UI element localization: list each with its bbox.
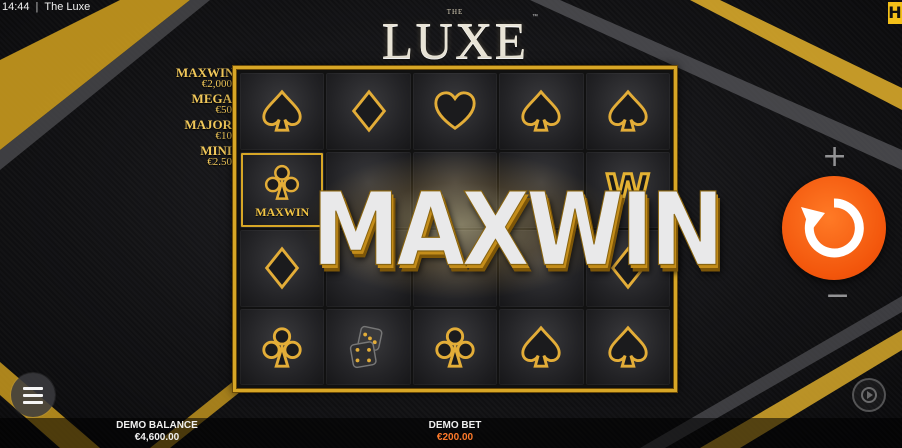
reel-cell xyxy=(412,308,498,385)
brand-logo: H xyxy=(888,2,902,24)
jackpot-value: €2.50 xyxy=(207,156,232,168)
reel-cell xyxy=(240,73,325,150)
spade-icon xyxy=(608,325,648,368)
diamond-icon xyxy=(265,246,300,290)
bet-increase-button[interactable]: + xyxy=(822,142,847,172)
reel-cell xyxy=(499,73,584,150)
autoplay-button[interactable] xyxy=(852,378,886,412)
reel-cell xyxy=(585,308,670,385)
hamburger-icon xyxy=(23,401,43,404)
jackpot-value: €50 xyxy=(215,104,233,116)
hamburger-icon xyxy=(23,394,43,397)
hamburger-icon xyxy=(23,387,43,390)
jackpot-ladder: MAXWIN €2,000 MEGA €50 MAJOR €10 MINI €2… xyxy=(176,66,235,170)
jackpot-mini: MINI €2.50 xyxy=(176,144,232,168)
reel-cell xyxy=(412,73,498,150)
reel-cell xyxy=(585,73,670,150)
spade-icon xyxy=(521,325,562,368)
club-icon xyxy=(262,327,302,368)
jackpot-value: €2,000 xyxy=(201,78,232,90)
logo-trademark: ™ xyxy=(532,14,538,20)
autoplay-icon xyxy=(861,387,877,403)
game-logo: THE LUXE ™ xyxy=(370,8,540,70)
jackpot-mega: MEGA €50 xyxy=(176,92,232,116)
jackpot-value: €10 xyxy=(215,130,233,142)
jackpot-major: MAJOR €10 xyxy=(176,118,232,142)
bet-label: DEMO BET xyxy=(428,420,482,431)
jackpot-maxwin: MAXWIN €2,000 xyxy=(176,66,235,90)
maxwin-banner: MAXWIN xyxy=(312,170,725,290)
bet-decrease-button[interactable]: − xyxy=(825,281,850,311)
bet-display[interactable]: DEMO BET €200.00 xyxy=(410,420,500,444)
bet-value: €200.00 xyxy=(436,432,474,443)
logo-luxe: LUXE xyxy=(381,13,529,70)
balance-display: DEMO BALANCE €4,600.00 xyxy=(112,420,202,444)
spin-arrow-icon xyxy=(801,198,864,258)
club-icon xyxy=(265,165,300,201)
reel-cell xyxy=(240,308,325,385)
heart-icon xyxy=(434,91,476,131)
reel-cell xyxy=(326,73,411,150)
spade-icon xyxy=(608,89,648,132)
status-app-title: The Luxe xyxy=(44,1,91,13)
menu-button[interactable] xyxy=(11,373,55,417)
spade-icon xyxy=(521,89,562,132)
status-separator: | xyxy=(35,1,39,13)
dice-icon xyxy=(349,325,383,368)
balance-value: €4,600.00 xyxy=(134,432,180,443)
status-time: 14:44 xyxy=(2,1,30,13)
spin-button[interactable] xyxy=(782,176,886,280)
status-bar: 14:44 | The Luxe xyxy=(0,0,90,14)
spade-icon xyxy=(262,89,302,132)
balance-label: DEMO BALANCE xyxy=(116,420,198,431)
diamond-icon xyxy=(351,89,386,133)
reel-cell xyxy=(326,308,411,385)
club-icon xyxy=(435,327,475,368)
reel-cell xyxy=(499,308,584,385)
